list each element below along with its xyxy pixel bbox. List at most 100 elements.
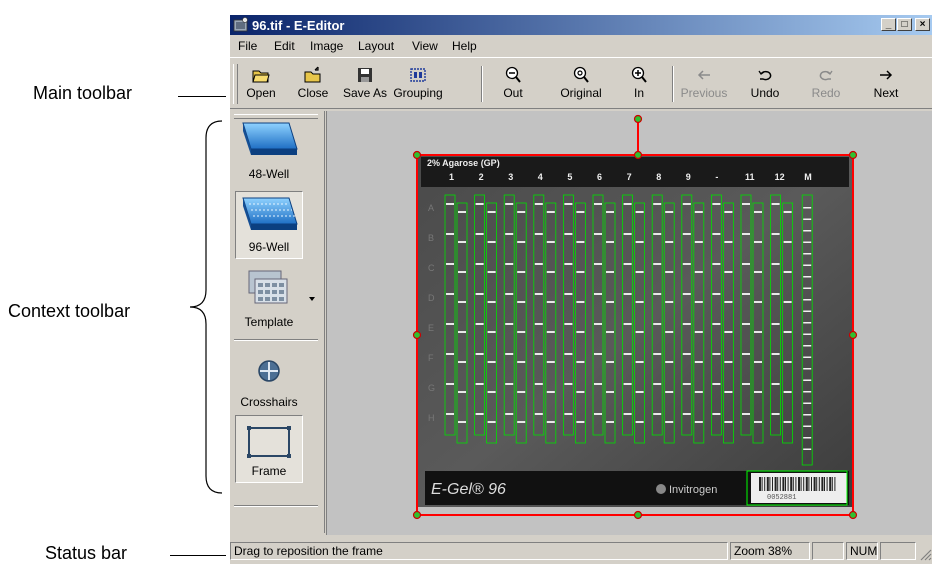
context-toolbar-brace (189, 120, 223, 494)
band (742, 323, 750, 325)
band (606, 301, 614, 303)
band (487, 241, 496, 243)
gel-maker-text: Invitrogen (669, 484, 717, 496)
menu-file[interactable]: File (238, 39, 257, 53)
band (712, 323, 721, 325)
zoom-in-icon (631, 66, 647, 83)
maximize-button[interactable]: □ (897, 18, 912, 31)
band (606, 421, 614, 423)
band (635, 331, 644, 333)
barcode-bar (811, 477, 812, 491)
frame-handle[interactable] (848, 330, 858, 340)
frame-handle[interactable] (412, 510, 422, 520)
band (446, 413, 454, 415)
band (783, 331, 792, 333)
band (564, 293, 573, 295)
band (564, 263, 573, 265)
band (754, 421, 762, 423)
marker-band (803, 414, 812, 416)
marker-band (803, 230, 812, 232)
band (653, 323, 662, 325)
open-folder-icon (252, 70, 270, 83)
band (505, 293, 514, 295)
band (724, 421, 733, 423)
resize-grip-icon[interactable] (918, 547, 932, 561)
band (534, 353, 543, 355)
next-label: Next (873, 86, 899, 100)
frame-label: Frame (251, 464, 287, 478)
band (771, 413, 780, 415)
menu-edit[interactable]: Edit (274, 39, 295, 53)
band (653, 413, 662, 415)
crosshairs-button[interactable]: Crosshairs (235, 345, 303, 413)
band (665, 361, 674, 363)
open-button[interactable]: Open (235, 62, 287, 106)
band (487, 271, 496, 273)
band (694, 211, 703, 213)
zoom-in-button[interactable]: In (613, 62, 665, 106)
band (505, 353, 514, 355)
frame-icon (247, 426, 291, 458)
frame-button[interactable]: Frame (235, 415, 303, 483)
marker-band (803, 276, 812, 278)
frame-handle[interactable] (412, 330, 422, 340)
previous-button[interactable]: Previous (678, 62, 730, 106)
menu-help[interactable]: Help (452, 39, 477, 53)
band (783, 211, 792, 213)
frame-handle[interactable] (633, 150, 643, 160)
band (446, 353, 454, 355)
gel-image[interactable]: 2% Agarose (GP) 1 2 3 4 5 6 7 8 9-11 12 M ABCDEFGH… (327, 111, 932, 535)
zoom-out-button[interactable]: Out (487, 62, 539, 106)
band (771, 323, 780, 325)
menu-layout[interactable]: Layout (358, 39, 394, 53)
96-well-button[interactable]: 96-Well (235, 191, 303, 259)
barcode-bar (795, 477, 797, 491)
band (682, 293, 691, 295)
band (682, 353, 691, 355)
band (534, 293, 543, 295)
grouping-button[interactable]: Grouping (392, 62, 444, 106)
band (783, 301, 792, 303)
frame-handle[interactable] (848, 150, 858, 160)
frame-handle[interactable] (633, 114, 643, 124)
row-label: H (428, 413, 435, 423)
close-file-button[interactable]: Close (287, 62, 339, 106)
save-as-button[interactable]: Save As (339, 62, 391, 106)
lane-label: 12 (775, 172, 785, 182)
row-label: A (428, 203, 434, 213)
band (546, 301, 555, 303)
band (546, 271, 555, 273)
band (783, 391, 792, 393)
floppy-disk-icon (358, 68, 372, 82)
template-dropdown-icon[interactable] (309, 297, 315, 301)
48-well-button[interactable]: 48-Well (235, 117, 303, 185)
menu-image[interactable]: Image (310, 39, 343, 53)
marker-band (803, 379, 812, 381)
redo-button[interactable]: Redo (800, 62, 852, 106)
context-separator (234, 339, 318, 341)
band (694, 331, 703, 333)
barcode-bar (798, 477, 800, 491)
band (742, 383, 750, 385)
open-label: Open (246, 86, 276, 100)
minimize-button[interactable]: _ (881, 18, 896, 31)
undo-button[interactable]: Undo (739, 62, 791, 106)
48-well-label: 48-Well (248, 167, 290, 181)
frame-handle[interactable] (633, 510, 643, 520)
band (564, 323, 573, 325)
template-button[interactable]: Template (235, 265, 303, 333)
band (564, 233, 573, 235)
status-bar: Drag to reposition the frame Zoom 38% NU… (230, 539, 932, 564)
frame-handle[interactable] (848, 510, 858, 520)
menu-view[interactable]: View (412, 39, 438, 53)
next-button[interactable]: Next (860, 62, 912, 106)
band (475, 203, 484, 205)
barcode-bar (779, 477, 781, 491)
band (458, 361, 466, 363)
title-bar[interactable]: 96.tif - E-Editor _ □ × (230, 15, 932, 35)
original-size-button[interactable]: Original (555, 62, 607, 106)
frame-handle[interactable] (412, 150, 422, 160)
lane-label: 11 (745, 172, 755, 182)
close-button[interactable]: × (915, 18, 930, 31)
image-canvas[interactable]: 2% Agarose (GP) 1 2 3 4 5 6 7 8 9-11 12 M ABCDEFGH… (326, 111, 932, 535)
